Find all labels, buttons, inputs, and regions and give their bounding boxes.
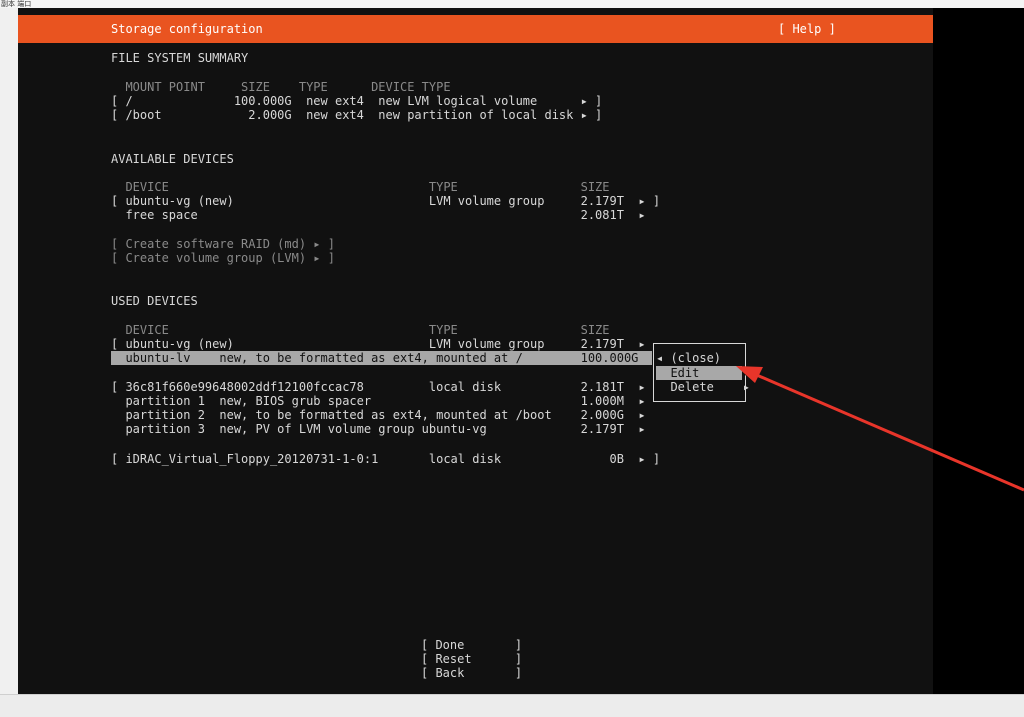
- annotation-arrow-icon: [736, 366, 1024, 492]
